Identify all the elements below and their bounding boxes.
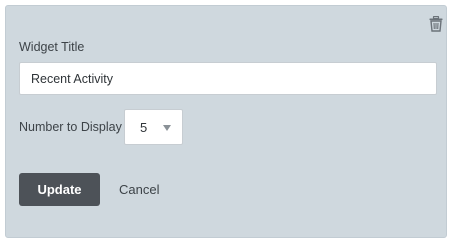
number-to-display-select[interactable]: 5 [124, 109, 183, 145]
widget-title-label: Widget Title [19, 40, 85, 54]
cancel-link[interactable]: Cancel [119, 182, 159, 197]
trash-icon[interactable] [429, 15, 443, 32]
widget-title-input[interactable] [19, 62, 437, 95]
number-to-display-label: Number to Display [19, 120, 122, 134]
chevron-down-icon [163, 125, 171, 131]
select-value: 5 [140, 120, 148, 135]
update-button[interactable]: Update [19, 173, 100, 206]
widget-settings-panel: Widget Title Number to Display 5 Update … [5, 5, 447, 238]
